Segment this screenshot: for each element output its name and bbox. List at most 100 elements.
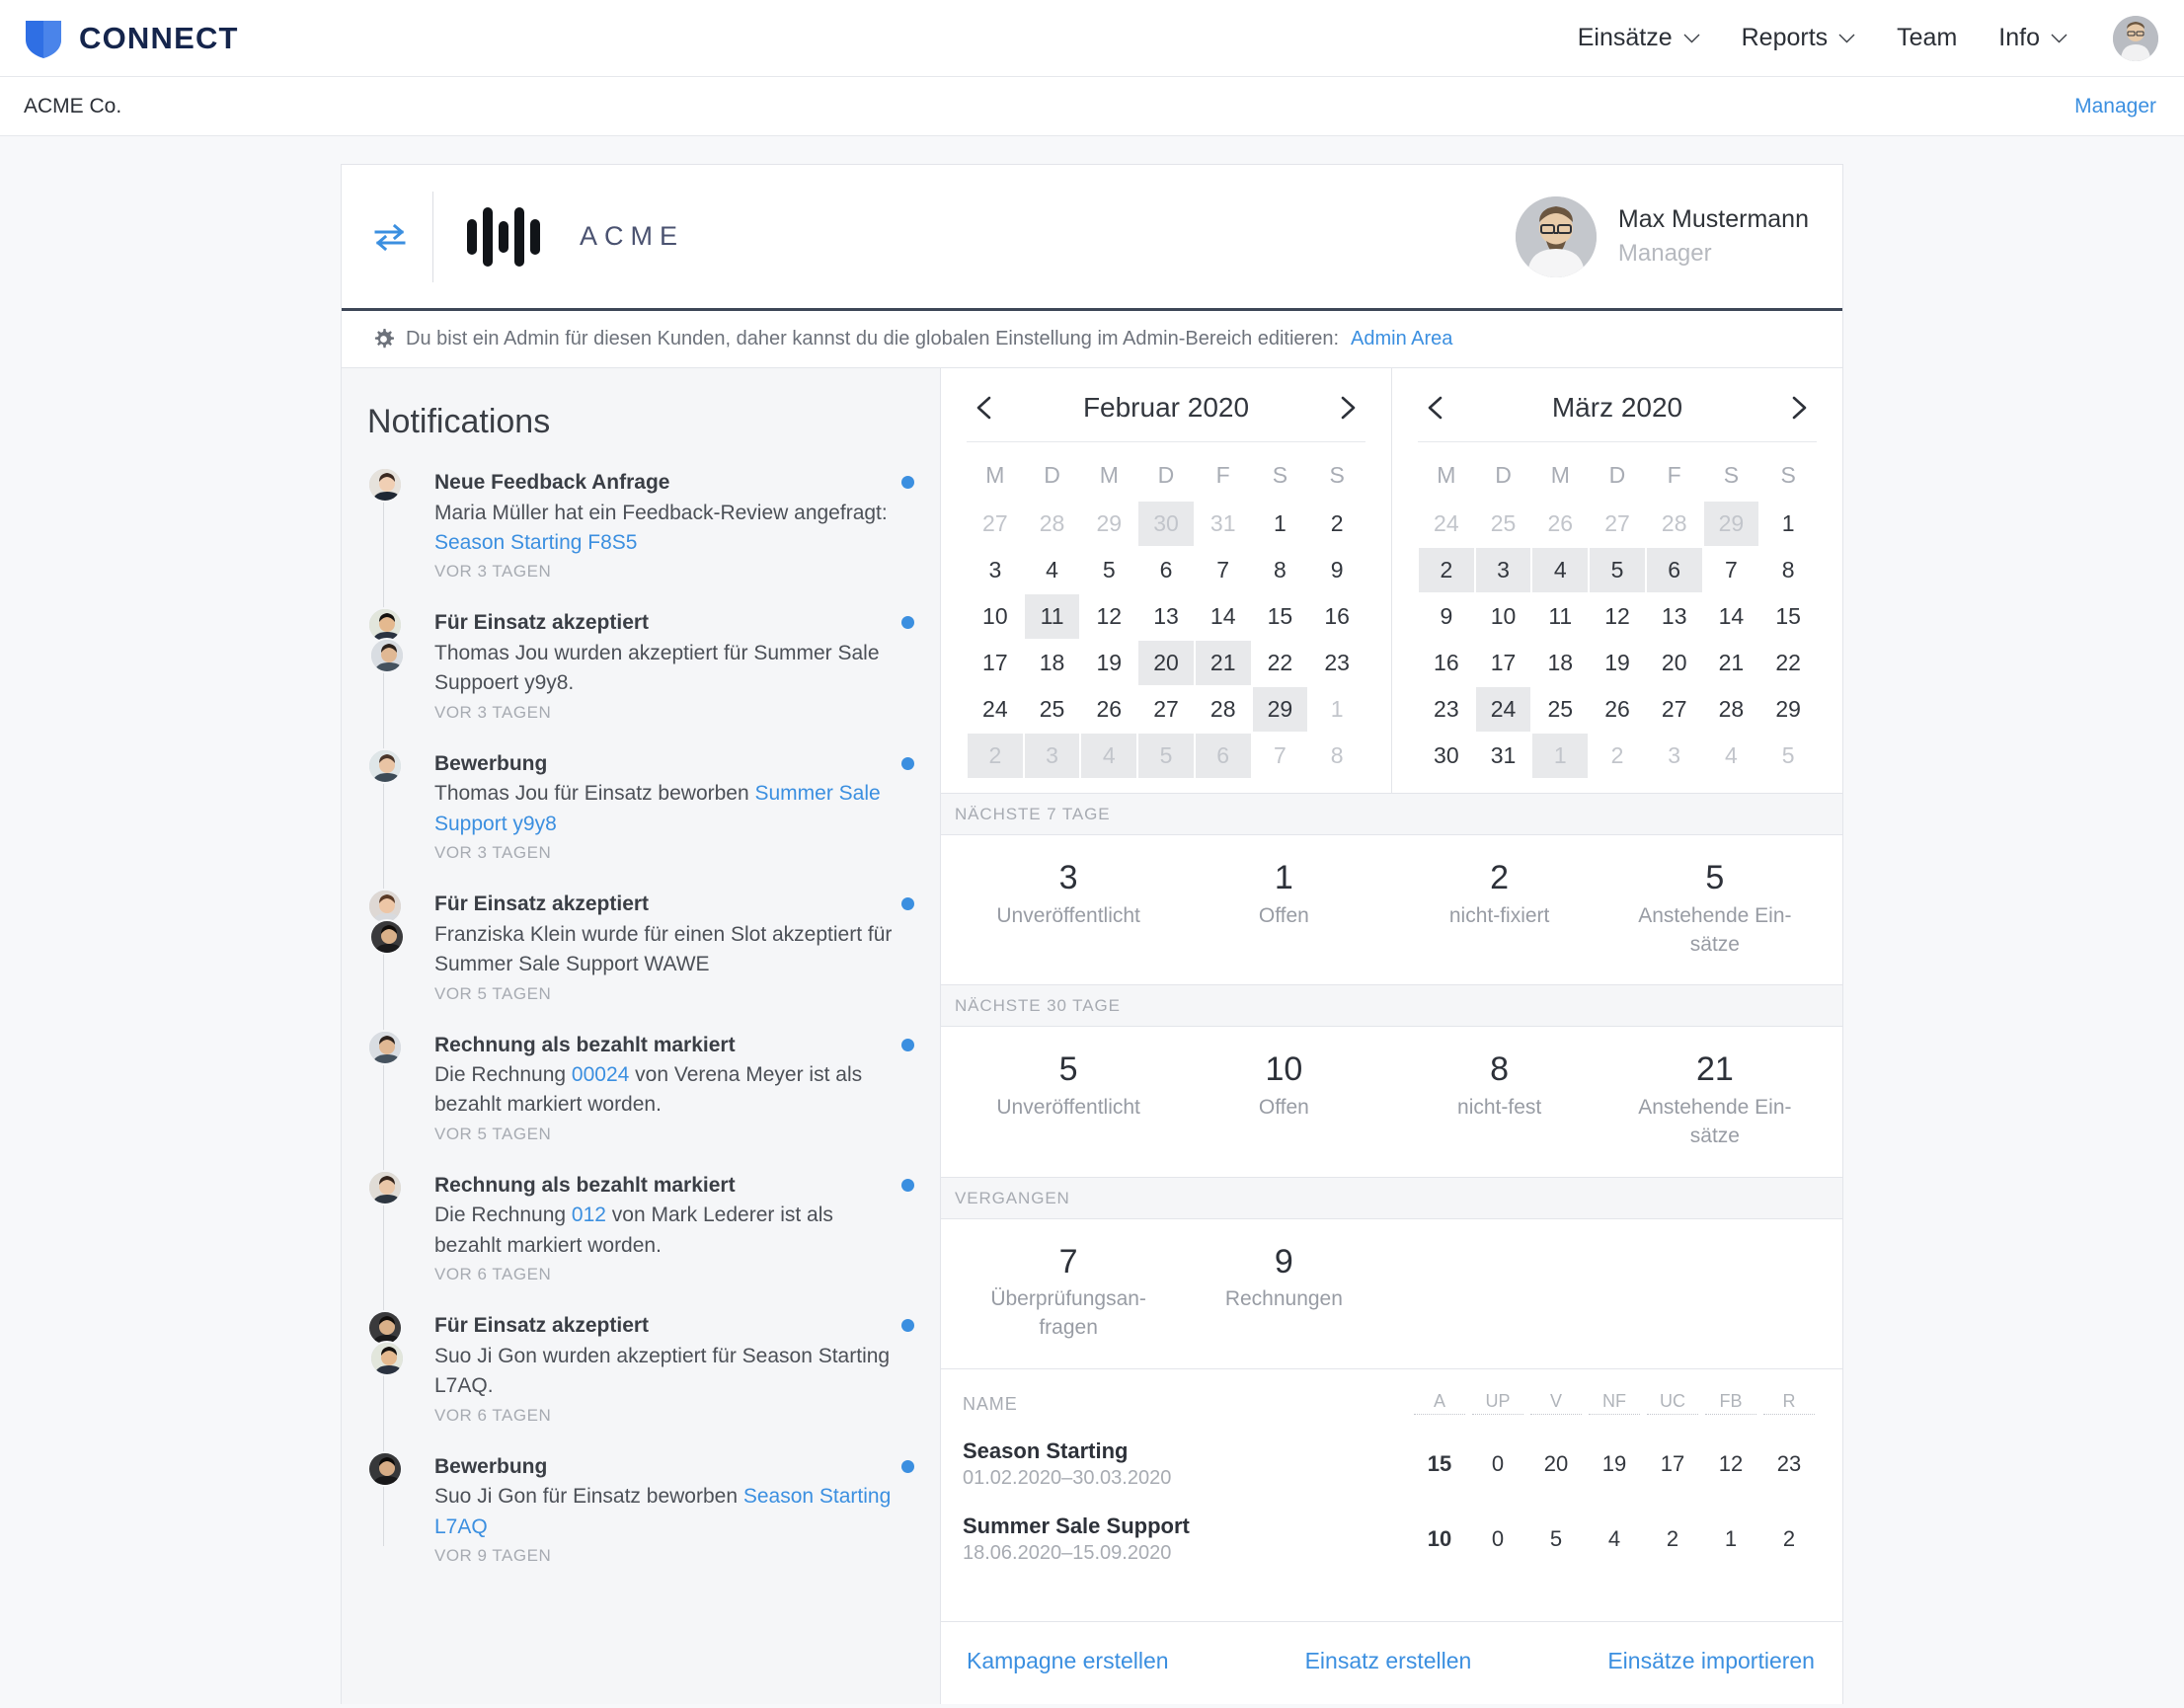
calendar-day[interactable]: 2 (1590, 734, 1645, 778)
calendar-day[interactable]: 29 (1252, 687, 1308, 732)
notification-item[interactable]: Neue Feedback Anfrage Maria Müller hat ei… (367, 467, 914, 582)
calendar-day[interactable]: 22 (1760, 641, 1816, 685)
calendar-day[interactable]: 9 (1419, 594, 1474, 639)
calendar-day[interactable]: 4 (1025, 548, 1080, 592)
calendar-day[interactable]: 18 (1532, 641, 1588, 685)
calendar-day[interactable]: 29 (1081, 502, 1136, 546)
calendar-day[interactable]: 30 (1138, 502, 1194, 546)
column-header-metric[interactable]: A (1414, 1391, 1465, 1415)
chevron-right-icon[interactable] (1785, 394, 1813, 422)
calendar-day[interactable]: 6 (1138, 548, 1194, 592)
chevron-right-icon[interactable] (1334, 394, 1362, 422)
calendar-day[interactable]: 27 (968, 502, 1023, 546)
calendar-day[interactable]: 24 (1419, 502, 1474, 546)
calendar-day[interactable]: 6 (1646, 548, 1702, 592)
calendar-day[interactable]: 22 (1253, 641, 1308, 685)
calendar-day[interactable]: 18 (1025, 641, 1080, 685)
calendar-day[interactable]: 27 (1647, 687, 1702, 732)
calendar-day[interactable]: 7 (1196, 548, 1251, 592)
calendar-day[interactable]: 5 (1138, 734, 1194, 778)
column-header-metric[interactable]: FB (1705, 1391, 1756, 1415)
chevron-left-icon[interactable] (971, 394, 998, 422)
calendar-day[interactable]: 19 (1081, 641, 1136, 685)
calendar-day[interactable]: 28 (1704, 687, 1759, 732)
calendar-day[interactable]: 23 (1419, 687, 1474, 732)
calendar-day[interactable]: 7 (1253, 734, 1308, 778)
calendar-day[interactable]: 8 (1253, 548, 1308, 592)
calendar-day[interactable]: 4 (1704, 734, 1759, 778)
notification-item[interactable]: Bewerbung Thomas Jou für Einsatz beworben… (367, 747, 914, 863)
calendar-day[interactable]: 11 (1532, 594, 1588, 639)
calendar-day[interactable]: 8 (1309, 734, 1365, 778)
brand-logo[interactable]: CONNECT (24, 18, 239, 59)
calendar-day[interactable]: 1 (1309, 687, 1365, 732)
notification-item[interactable]: Für Einsatz akzeptiert Thomas Jou wurden … (367, 607, 914, 722)
column-header-metric[interactable]: UC (1647, 1391, 1698, 1415)
create-assignment-link[interactable]: Einsatz erstellen (1305, 1648, 1472, 1674)
calendar-day[interactable]: 29 (1703, 502, 1759, 546)
calendar-day[interactable]: 4 (1532, 548, 1589, 592)
calendar-day[interactable]: 23 (1309, 641, 1365, 685)
create-campaign-link[interactable]: Kampagne erstellen (967, 1648, 1169, 1674)
admin-area-link[interactable]: Admin Area (1351, 328, 1452, 350)
notification-link[interactable]: 012 (572, 1203, 606, 1226)
calendar-day[interactable]: 28 (1647, 502, 1702, 546)
calendar-day[interactable]: 20 (1647, 641, 1702, 685)
notification-link[interactable]: 00024 (572, 1063, 629, 1086)
calendar-day[interactable]: 2 (968, 734, 1023, 778)
avatar[interactable] (2113, 15, 2158, 61)
calendar-day[interactable]: 26 (1532, 502, 1588, 546)
calendar-day[interactable]: 31 (1196, 502, 1251, 546)
card-header-user[interactable]: Max Mustermann Manager (1515, 195, 1809, 277)
calendar-day[interactable]: 15 (1253, 594, 1308, 639)
nav-item-team[interactable]: Team (1897, 24, 1957, 52)
notification-item[interactable]: Bewerbung Suo Ji Gon für Einsatz beworben… (367, 1450, 914, 1566)
calendar-day[interactable]: 5 (1590, 548, 1645, 592)
calendar-day[interactable]: 25 (1532, 687, 1588, 732)
calendar-day[interactable]: 14 (1196, 594, 1251, 639)
calendar-day[interactable]: 12 (1590, 594, 1645, 639)
calendar-day[interactable]: 24 (968, 687, 1023, 732)
calendar-day[interactable]: 24 (1475, 687, 1531, 732)
calendar-day[interactable]: 31 (1476, 734, 1531, 778)
calendar-day[interactable]: 1 (1532, 734, 1589, 778)
notification-item[interactable]: Für Einsatz akzeptiert Franziska Klein wu… (367, 889, 914, 1003)
calendar-day[interactable]: 30 (1419, 734, 1474, 778)
calendar-day[interactable]: 19 (1590, 641, 1645, 685)
column-header-metric[interactable]: NF (1589, 1391, 1640, 1415)
nav-item-reports[interactable]: Reports (1742, 24, 1856, 52)
switch-customer-icon[interactable] (373, 223, 407, 251)
calendar-day[interactable]: 15 (1760, 594, 1816, 639)
nav-item-info[interactable]: Info (1998, 24, 2067, 52)
calendar-day[interactable]: 6 (1195, 734, 1251, 778)
calendar-day[interactable]: 5 (1760, 734, 1816, 778)
column-header-metric[interactable]: UP (1472, 1391, 1523, 1415)
calendar-day[interactable]: 26 (1081, 687, 1136, 732)
calendar-day[interactable]: 5 (1081, 548, 1136, 592)
calendar-day[interactable]: 21 (1704, 641, 1759, 685)
calendar-day[interactable]: 13 (1138, 594, 1194, 639)
calendar-day[interactable]: 26 (1590, 687, 1645, 732)
notification-link[interactable]: Season Starting L7AQ (434, 1485, 891, 1537)
calendar-day[interactable]: 25 (1025, 687, 1080, 732)
calendar-day[interactable]: 11 (1024, 594, 1080, 639)
calendar-day[interactable]: 16 (1309, 594, 1365, 639)
column-header-metric[interactable]: R (1763, 1391, 1815, 1415)
calendar-day[interactable]: 9 (1309, 548, 1365, 592)
calendar-day[interactable]: 21 (1195, 641, 1251, 685)
calendar-day[interactable]: 12 (1081, 594, 1136, 639)
calendar-day[interactable]: 17 (1476, 641, 1531, 685)
calendar-day[interactable]: 3 (968, 548, 1023, 592)
calendar-day[interactable]: 10 (968, 594, 1023, 639)
calendar-day[interactable]: 1 (1760, 502, 1816, 546)
chevron-left-icon[interactable] (1422, 394, 1449, 422)
calendar-day[interactable]: 25 (1476, 502, 1531, 546)
calendar-day[interactable]: 20 (1138, 641, 1194, 685)
calendar-day[interactable]: 13 (1647, 594, 1702, 639)
notification-item[interactable]: Rechnung als bezahlt markiert Die Rechnun… (367, 1029, 914, 1144)
calendar-day[interactable]: 3 (1647, 734, 1702, 778)
notification-link[interactable]: Season Starting F8S5 (434, 531, 637, 554)
calendar-day[interactable]: 27 (1590, 502, 1645, 546)
calendar-day[interactable]: 3 (1024, 734, 1080, 778)
calendar-day[interactable]: 10 (1476, 594, 1531, 639)
